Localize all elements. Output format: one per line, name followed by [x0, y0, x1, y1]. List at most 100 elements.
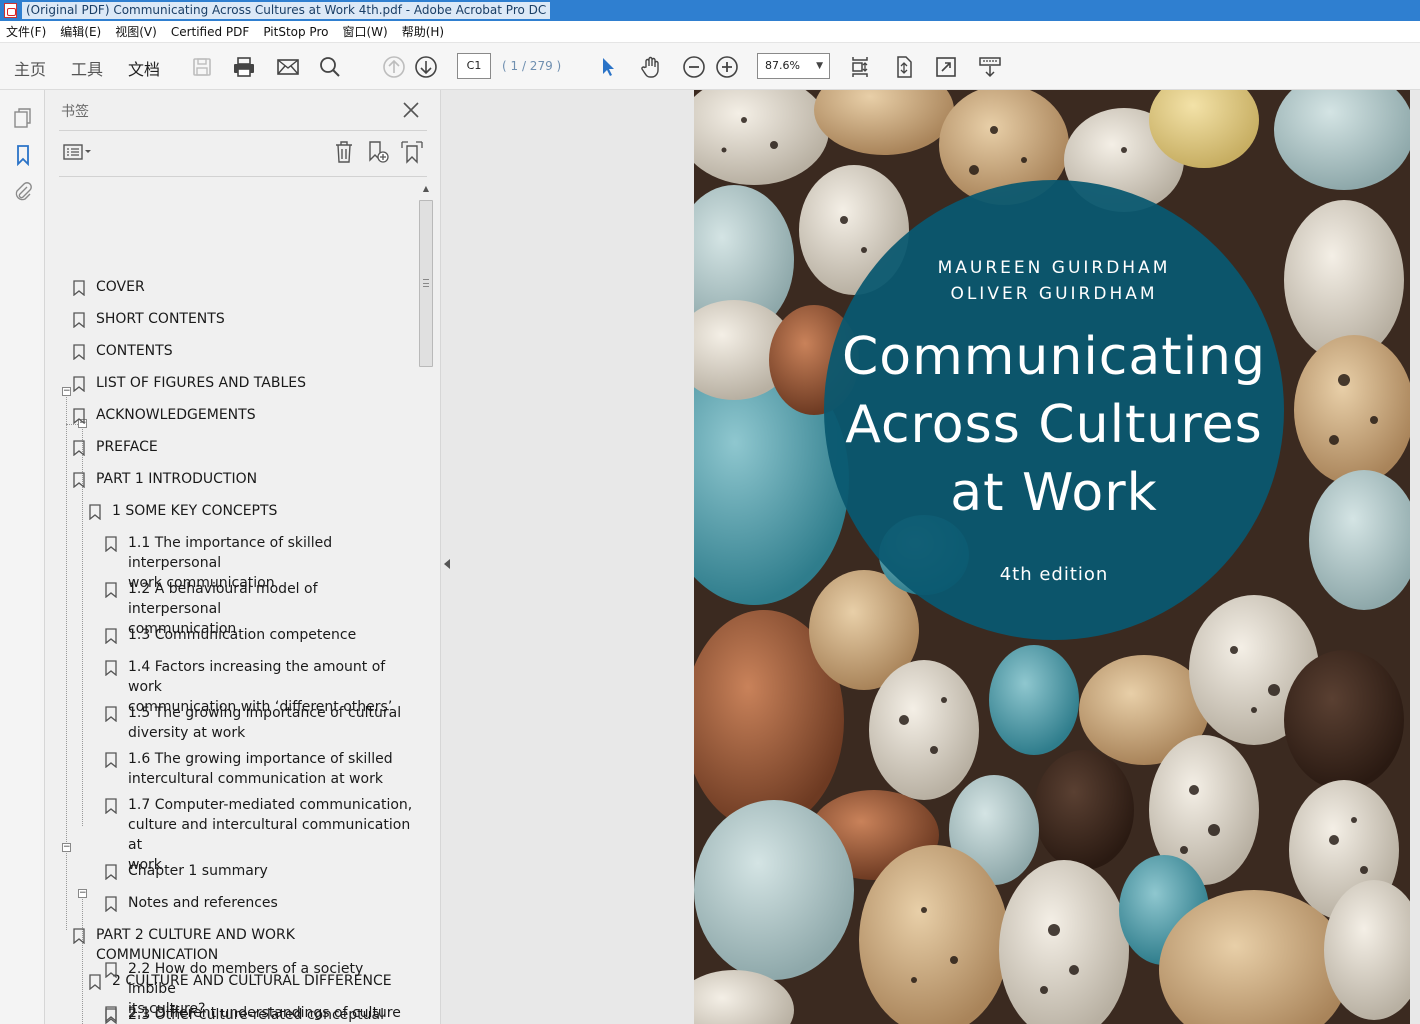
bookmark-item-short-contents[interactable]: SHORT CONTENTS	[73, 309, 413, 331]
bookmark-label: 1.3 Communication competence	[128, 627, 357, 643]
collapse-panel-arrow-icon[interactable]	[444, 559, 450, 569]
menu-bar: 文件(F) 编辑(E) 视图(V) Certified PDF PitStop …	[0, 21, 1420, 43]
delete-bookmark-icon[interactable]	[331, 139, 357, 165]
bookmarks-panel-icon[interactable]	[10, 142, 36, 168]
bookmark-item-part1[interactable]: PART 1 INTRODUCTION	[73, 469, 413, 491]
bookmark-item-preface[interactable]: PREFACE	[73, 437, 413, 459]
email-icon[interactable]	[274, 53, 302, 81]
bookmark-icon	[105, 628, 117, 644]
zoom-value: 87.6%	[765, 59, 800, 72]
new-bookmark-icon[interactable]	[365, 139, 391, 165]
bookmark-label: CONTENTS	[96, 343, 173, 359]
bookmark-item-list-of-figures[interactable]: LIST OF FIGURES AND TABLES	[73, 373, 413, 395]
bookmark-item-1-2[interactable]: 1.2 A behavioural model of interpersonal…	[105, 579, 415, 637]
bookmark-item-1-3[interactable]: 1.3 Communication competence	[105, 625, 415, 647]
bookmark-item-2-3[interactable]: 2.3 Other culture-related conceptual iss…	[105, 1005, 415, 1024]
bookmark-item-notes-references[interactable]: Notes and references	[105, 893, 415, 915]
bookmark-label: LIST OF FIGURES AND TABLES	[96, 375, 306, 391]
read-mode-icon[interactable]	[976, 53, 1004, 81]
bookmark-icon	[105, 536, 117, 552]
close-icon[interactable]	[401, 100, 421, 120]
zoom-select[interactable]: 87.6% ▼	[757, 53, 830, 79]
author-name: MAUREEN GUIRDHAM	[937, 258, 1171, 278]
tab-tools[interactable]: 工具	[71, 56, 103, 80]
bookmark-item-contents[interactable]: CONTENTS	[73, 341, 413, 363]
bookmark-label: PART 1 INTRODUCTION	[96, 471, 258, 487]
menu-window[interactable]: 窗口(W)	[342, 23, 387, 40]
bookmark-icon	[105, 660, 117, 676]
tab-document[interactable]: 文档	[128, 56, 161, 93]
menu-help[interactable]: 帮助(H)	[402, 23, 444, 40]
menu-file[interactable]: 文件(F)	[6, 23, 46, 40]
bookmark-item-1-5[interactable]: 1.5 The growing importance of cultural d…	[105, 703, 415, 745]
zoom-out-icon[interactable]	[680, 53, 708, 81]
bookmark-label: PREFACE	[96, 439, 158, 455]
bookmark-options-icon[interactable]	[61, 139, 95, 165]
save-icon[interactable]	[188, 53, 216, 81]
zoom-in-icon[interactable]	[713, 53, 741, 81]
menu-view[interactable]: 视图(V)	[115, 23, 157, 40]
chevron-down-icon: ▼	[816, 61, 823, 71]
menu-certified-pdf[interactable]: Certified PDF	[171, 25, 250, 39]
collapse-toggle-part1[interactable]: −	[62, 387, 71, 396]
bookmark-item-acknowledgements[interactable]: ACKNOWLEDGEMENTS	[73, 405, 413, 427]
bookmark-icon	[73, 312, 85, 328]
bookmark-label: 1.5 The growing importance of cultural d…	[128, 705, 402, 741]
divider	[59, 130, 427, 131]
new-bookmark-from-structure-icon[interactable]	[399, 139, 425, 165]
attachments-icon[interactable]	[10, 178, 36, 204]
page-number-input[interactable]: C1	[457, 53, 491, 79]
bookmark-item-1-6[interactable]: 1.6 The growing importance of skilled in…	[105, 749, 415, 791]
tab-home[interactable]: 主页	[14, 56, 46, 80]
title-bar: (Original PDF) Communicating Across Cult…	[0, 0, 1420, 21]
bookmark-label: Notes and references	[128, 895, 278, 911]
bookmark-item-2-2[interactable]: 2.2 How do members of a society imbibe i…	[105, 959, 415, 1017]
bookmark-tree: − − − − COVER SHORT CONTENTS CONTENTS LI…	[57, 180, 417, 1024]
scrolling-mode-icon[interactable]	[846, 53, 874, 81]
navigation-rail	[0, 90, 45, 1024]
page-count: ( 1 / 279 )	[502, 59, 562, 73]
bookmark-icon	[105, 962, 117, 978]
bookmark-label: Chapter 1 summary	[128, 863, 268, 879]
bookmark-icon	[73, 280, 85, 296]
scrollbar-grip	[423, 279, 429, 287]
bookmark-icon	[73, 344, 85, 360]
menu-edit[interactable]: 编辑(E)	[60, 23, 101, 40]
cover-edition: 4th edition	[999, 564, 1109, 585]
cover-title-line: Communicating	[841, 327, 1267, 387]
full-screen-icon[interactable]	[932, 53, 960, 81]
author-name: OLIVER GUIRDHAM	[950, 284, 1158, 304]
fit-page-icon[interactable]	[890, 53, 918, 81]
scroll-up-arrow-icon[interactable]: ▲	[420, 184, 432, 196]
bookmark-item-1-1[interactable]: 1.1 The importance of skilled interperso…	[105, 533, 415, 591]
cover-title-line: at Work	[950, 463, 1158, 523]
next-page-icon[interactable]	[412, 53, 440, 81]
bookmark-item-cover[interactable]: COVER	[73, 277, 413, 299]
page-thumbnails-icon[interactable]	[10, 105, 36, 131]
bookmark-icon	[73, 408, 85, 424]
print-icon[interactable]	[230, 53, 258, 81]
previous-page-icon[interactable]	[380, 53, 408, 81]
viewer-margin	[1410, 90, 1420, 1024]
bookmark-label: SHORT CONTENTS	[96, 311, 225, 327]
bookmark-item-1-7[interactable]: 1.7 Computer-mediated communication, cul…	[105, 795, 415, 873]
bookmark-label: 1.6 The growing importance of skilled in…	[128, 751, 393, 787]
bookmark-icon	[73, 472, 85, 488]
bookmark-icon	[105, 864, 117, 880]
bookmark-item-chapter1[interactable]: 1 SOME KEY CONCEPTS	[89, 501, 413, 523]
menu-pitstop-pro[interactable]: PitStop Pro	[263, 25, 328, 39]
acrobat-app-icon	[4, 3, 17, 18]
bookmark-icon	[105, 706, 117, 722]
select-tool-icon[interactable]	[594, 53, 622, 81]
bookmark-label: ACKNOWLEDGEMENTS	[96, 407, 256, 423]
collapse-toggle-chapter2[interactable]: −	[78, 889, 87, 898]
bookmark-item-1-4[interactable]: 1.4 Factors increasing the amount of wor…	[105, 657, 415, 715]
hand-tool-icon[interactable]	[637, 53, 665, 81]
pdf-page-cover[interactable]: MAUREEN GUIRDHAM OLIVER GUIRDHAM Communi…	[694, 90, 1410, 1024]
search-icon[interactable]	[316, 53, 344, 81]
collapse-toggle-part2[interactable]: −	[62, 843, 71, 852]
bookmark-icon	[73, 440, 85, 456]
bookmark-icon	[105, 798, 117, 814]
bookmarks-panel: 书签 − − − − COVER SHORT CONTENTS CONTENTS…	[45, 90, 441, 1024]
bookmark-item-chapter1-summary[interactable]: Chapter 1 summary	[105, 861, 415, 883]
